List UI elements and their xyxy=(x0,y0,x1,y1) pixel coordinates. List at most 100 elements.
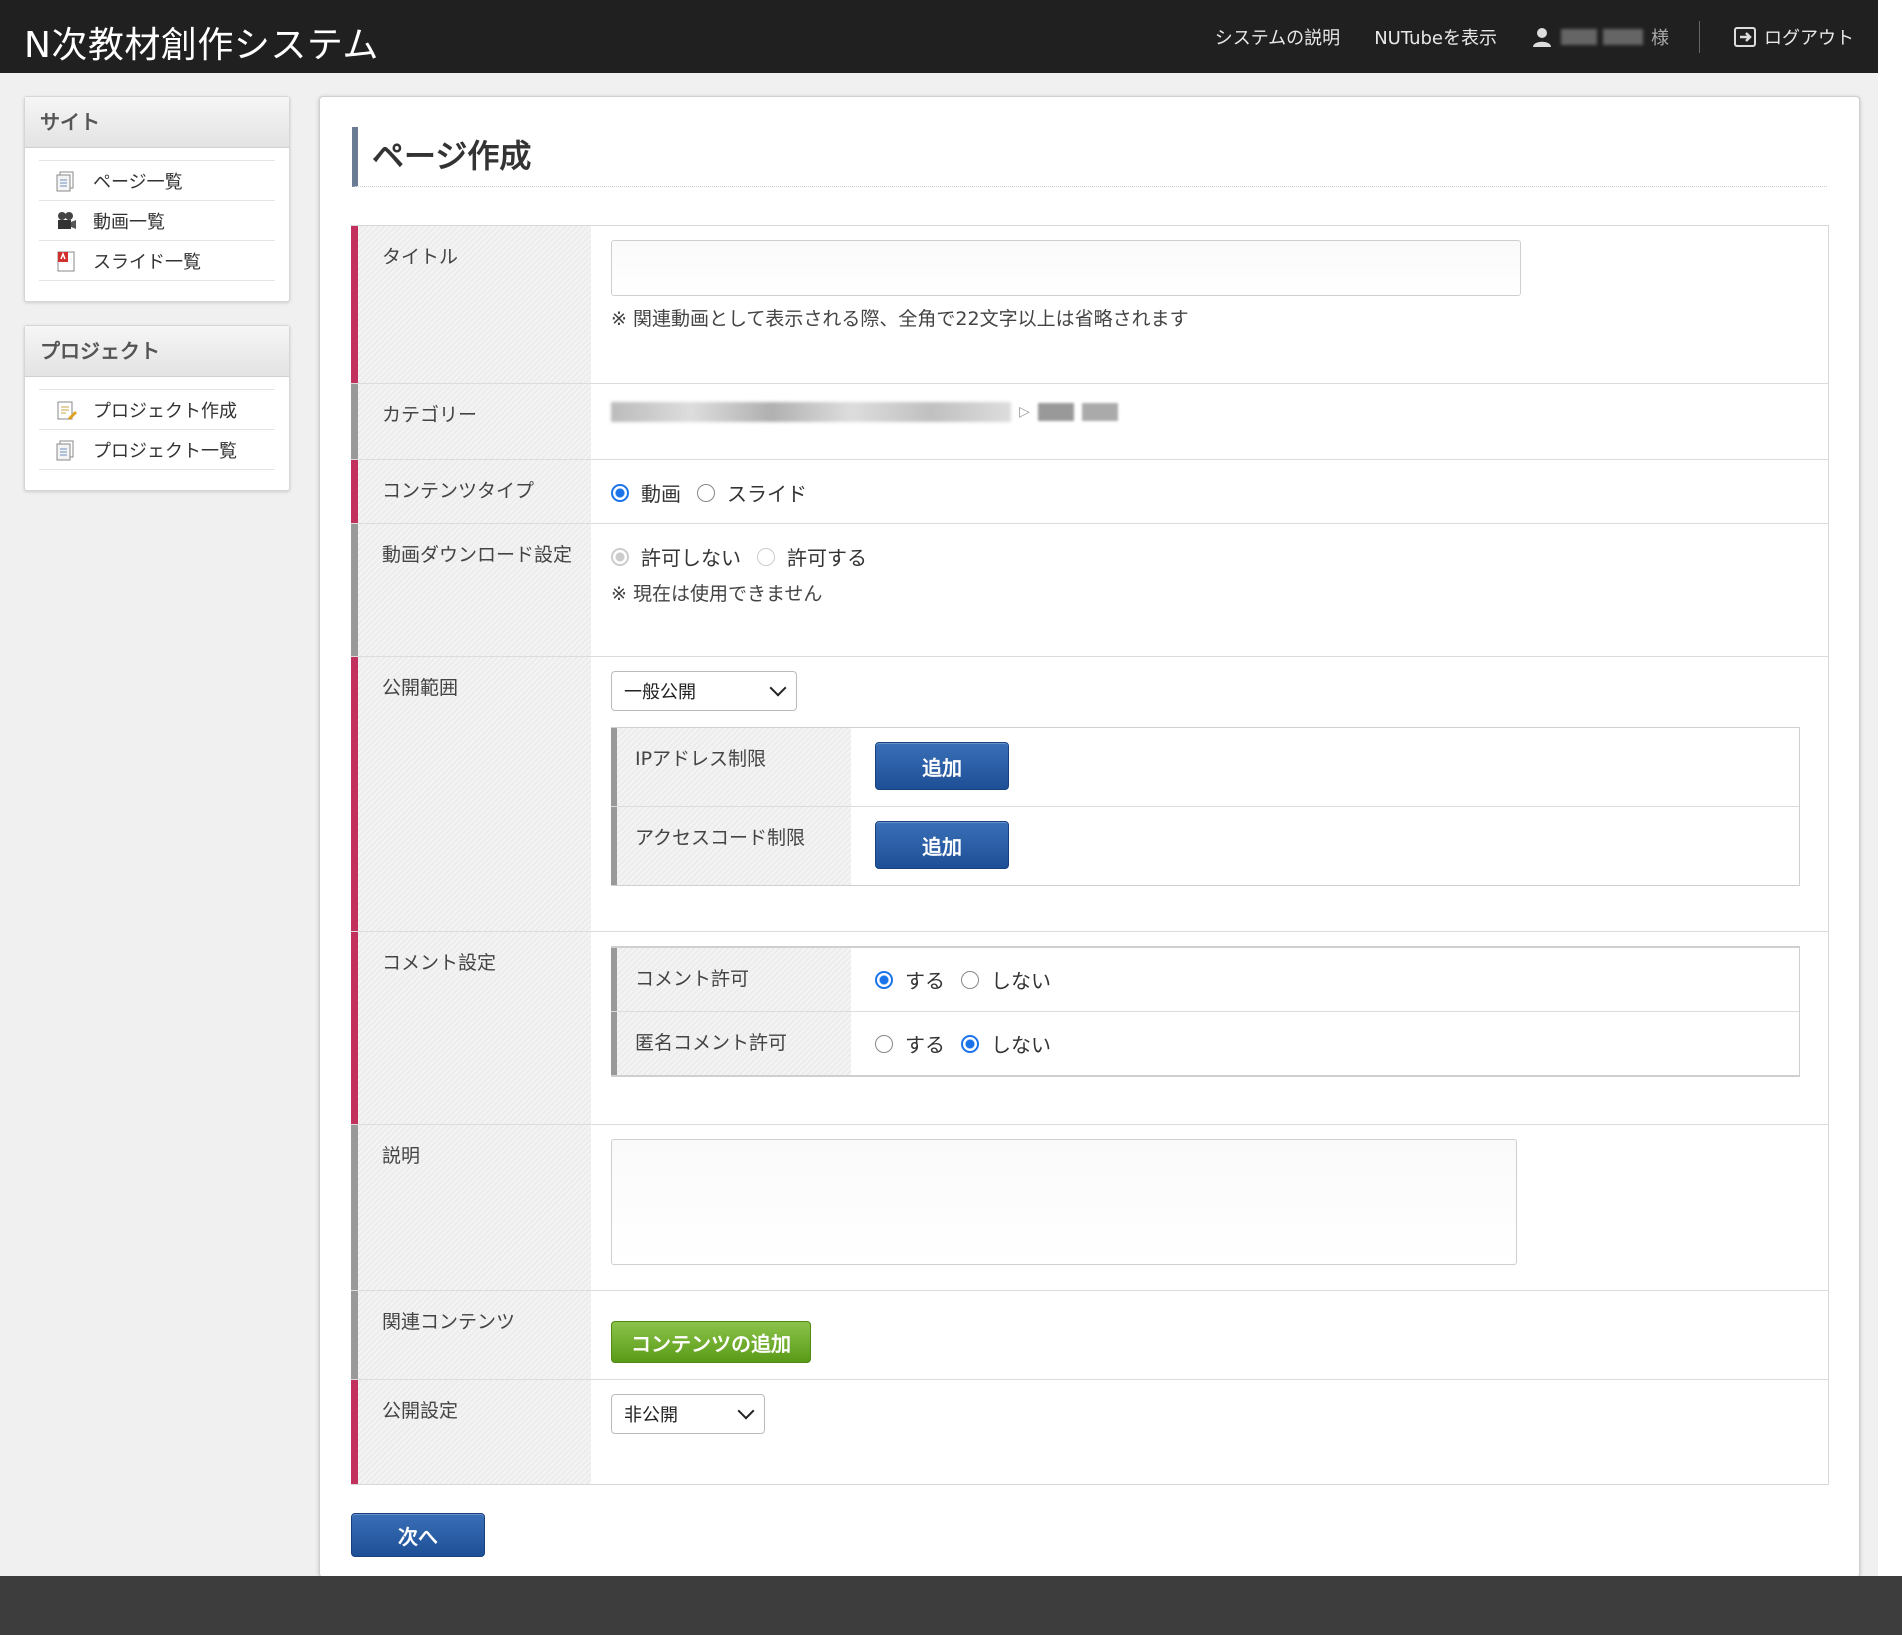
form-row-content-type: コンテンツタイプ 動画 スライド xyxy=(351,460,1828,524)
user-suffix: 様 xyxy=(1651,27,1669,49)
page-list-icon xyxy=(56,171,74,191)
sidebar-project-box: プロジェクト プロジェクト作成 プロジェクト一覧 xyxy=(24,325,290,491)
description-value xyxy=(591,1125,1828,1290)
related-value: コンテンツの追加 xyxy=(591,1291,1828,1379)
form-row-description: 説明 xyxy=(351,1125,1828,1291)
visibility-label: 公開範囲 xyxy=(351,657,591,931)
top-bar: N次教材創作システム システムの説明 NUTubeを表示 様 ログアウト xyxy=(0,0,1878,73)
visibility-selected: 一般公開 xyxy=(624,682,696,703)
download-note: ※ 現在は使用できません xyxy=(611,583,823,605)
ip-restriction-value: 追加 xyxy=(851,728,1799,806)
ip-restriction-row: IPアドレス制限 追加 xyxy=(611,728,1799,807)
sidebar-item-label: スライド一覧 xyxy=(93,251,201,273)
comment-allow-yes-radio[interactable] xyxy=(875,970,893,989)
chevron-down-icon xyxy=(769,679,787,697)
anon-comment-yes-radio[interactable] xyxy=(875,1034,893,1053)
logout-icon xyxy=(1734,26,1756,47)
anon-comment-row: 匿名コメント許可 する しない xyxy=(611,1012,1799,1075)
title-value: ※ 関連動画として表示される際、全角で22文字以上は省略されます xyxy=(591,226,1828,383)
next-button[interactable]: 次へ xyxy=(351,1513,485,1557)
comment-allow-label: コメント許可 xyxy=(611,948,851,1011)
title-note: ※ 関連動画として表示される際、全角で22文字以上は省略されます xyxy=(611,308,1189,330)
user-name-redacted xyxy=(1561,28,1597,45)
publish-label: 公開設定 xyxy=(351,1380,591,1484)
form-row-publish: 公開設定 非公開 xyxy=(351,1380,1828,1484)
access-code-value: 追加 xyxy=(851,807,1799,885)
download-allow-radio[interactable] xyxy=(757,547,775,566)
download-value: 許可しない 許可する ※ 現在は使用できません xyxy=(591,524,1828,656)
add-ip-restriction-button[interactable]: 追加 xyxy=(875,742,1009,790)
anon-comment-yes-label: する xyxy=(905,1033,945,1057)
sidebar-item-label: 動画一覧 xyxy=(93,211,165,233)
logout-link[interactable]: ログアウト xyxy=(1734,24,1854,50)
description-label: 説明 xyxy=(351,1125,591,1290)
chevron-down-icon xyxy=(737,1402,755,1420)
main-panel: ページ作成 タイトル ※ 関連動画として表示される際、全角で22文字以上は省略さ… xyxy=(319,96,1860,1577)
download-allow-label: 許可する xyxy=(787,546,867,570)
form-row-category: カテゴリー ▷ xyxy=(351,384,1828,460)
top-nav: システムの説明 NUTubeを表示 様 ログアウト xyxy=(1181,0,1854,73)
nav-show-nutube[interactable]: NUTubeを表示 xyxy=(1374,24,1497,50)
sidebar-item-label: プロジェクト作成 xyxy=(93,400,237,422)
nav-system-description[interactable]: システムの説明 xyxy=(1215,24,1340,50)
content-type-slide-radio[interactable] xyxy=(697,483,715,502)
visibility-restrictions: IPアドレス制限 追加 アクセスコード制限 追加 xyxy=(611,727,1800,886)
visibility-value: 一般公開 IPアドレス制限 追加 アクセスコード制限 追加 xyxy=(591,657,1828,931)
sidebar-item-video-list[interactable]: 動画一覧 xyxy=(39,200,275,240)
download-label: 動画ダウンロード設定 xyxy=(351,524,591,656)
sidebar-project-title: プロジェクト xyxy=(25,326,289,377)
sidebar-item-project-list[interactable]: プロジェクト一覧 xyxy=(39,429,275,470)
sidebar-site-list: ページ一覧 動画一覧 スライド一覧 xyxy=(25,148,289,287)
download-deny-label: 許可しない xyxy=(641,546,741,570)
download-deny-radio[interactable] xyxy=(611,547,629,566)
breadcrumb-arrow-icon: ▷ xyxy=(1019,404,1030,420)
access-code-row: アクセスコード制限 追加 xyxy=(611,807,1799,885)
app-title[interactable]: N次教材創作システム xyxy=(24,16,379,68)
title-label: タイトル xyxy=(351,226,591,383)
comments-value: コメント許可 する しない 匿名コメント許可 する しない xyxy=(591,932,1828,1124)
content-type-video-label: 動画 xyxy=(641,482,681,506)
sidebar-item-project-create[interactable]: プロジェクト作成 xyxy=(39,389,275,429)
title-input[interactable] xyxy=(611,240,1521,296)
form-row-related: 関連コンテンツ コンテンツの追加 xyxy=(351,1291,1828,1380)
sidebar-item-label: プロジェクト一覧 xyxy=(93,440,237,462)
form-row-visibility: 公開範囲 一般公開 IPアドレス制限 追加 アクセスコード制限 追加 xyxy=(351,657,1828,932)
user-info: 様 xyxy=(1531,24,1669,50)
sidebar-item-slide-list[interactable]: スライド一覧 xyxy=(39,240,275,281)
logout-label: ログアウト xyxy=(1764,27,1854,49)
comment-settings-table: コメント許可 する しない 匿名コメント許可 する しない xyxy=(611,946,1800,1077)
comment-allow-no-radio[interactable] xyxy=(961,970,979,989)
right-gutter xyxy=(1878,0,1902,1576)
category-label: カテゴリー xyxy=(351,384,591,459)
user-name-redacted-2 xyxy=(1603,28,1643,45)
anon-comment-label: 匿名コメント許可 xyxy=(611,1012,851,1075)
access-code-label: アクセスコード制限 xyxy=(611,807,851,885)
project-create-icon xyxy=(57,401,77,420)
comment-allow-no-label: しない xyxy=(991,969,1051,993)
add-content-button[interactable]: コンテンツの追加 xyxy=(611,1321,811,1363)
publish-selected: 非公開 xyxy=(624,1405,678,1426)
category-path-redacted: ▷ xyxy=(611,402,1804,422)
sidebar-item-page-list[interactable]: ページ一覧 xyxy=(39,160,275,200)
page-title: ページ作成 xyxy=(352,127,1827,187)
ip-restriction-label: IPアドレス制限 xyxy=(611,728,851,806)
user-icon xyxy=(1533,27,1551,47)
content-type-video-radio[interactable] xyxy=(611,483,629,502)
comment-allow-value: する しない xyxy=(851,948,1799,1011)
project-list-icon xyxy=(56,440,74,460)
sidebar-item-label: ページ一覧 xyxy=(93,171,183,193)
anon-comment-no-radio[interactable] xyxy=(961,1034,979,1053)
description-textarea[interactable] xyxy=(611,1139,1517,1265)
publish-select[interactable]: 非公開 xyxy=(611,1394,765,1434)
form-row-comments: コメント設定 コメント許可 する しない 匿名コメント許可 する しない xyxy=(351,932,1828,1125)
visibility-select[interactable]: 一般公開 xyxy=(611,671,797,711)
sidebar-site-box: サイト ページ一覧 動画一覧 スライド一覧 xyxy=(24,96,290,302)
form-row-download: 動画ダウンロード設定 許可しない 許可する ※ 現在は使用できません xyxy=(351,524,1828,657)
video-camera-icon xyxy=(58,211,76,229)
add-access-code-button[interactable]: 追加 xyxy=(875,821,1009,869)
sidebar-project-list: プロジェクト作成 プロジェクト一覧 xyxy=(25,377,289,476)
comments-label: コメント設定 xyxy=(351,932,591,1124)
footer-bar xyxy=(0,1576,1902,1635)
nav-divider xyxy=(1699,20,1700,53)
page-form: タイトル ※ 関連動画として表示される際、全角で22文字以上は省略されます カテ… xyxy=(351,225,1829,1485)
